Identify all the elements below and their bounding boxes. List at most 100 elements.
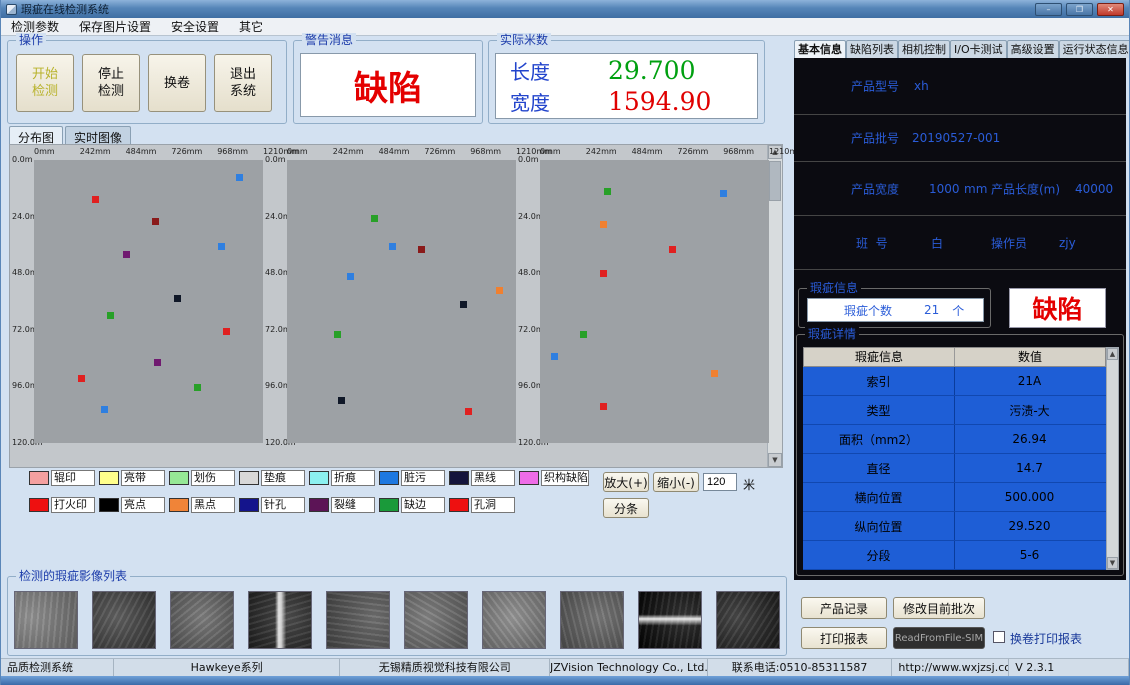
defect-marker[interactable] xyxy=(600,403,607,410)
close-button[interactable]: ✕ xyxy=(1097,3,1124,16)
tab-basic-info[interactable]: 基本信息 xyxy=(794,40,846,58)
defect-marker[interactable] xyxy=(194,384,201,391)
defect-map-canvas-1[interactable] xyxy=(34,160,263,443)
scrollbar-thumb[interactable] xyxy=(769,161,781,201)
print-on-roll-change-checkbox[interactable] xyxy=(993,631,1005,643)
defect-marker[interactable] xyxy=(600,221,607,228)
defect-marker[interactable] xyxy=(600,270,607,277)
defect-marker[interactable] xyxy=(174,295,181,302)
defect-marker[interactable] xyxy=(236,174,243,181)
defect-marker[interactable] xyxy=(92,196,99,203)
basic-info-panel: 产品型号 xh 产品批号 20190527-001 产品宽度 1000 mm 产… xyxy=(794,58,1126,580)
legend-label: 孔洞 xyxy=(471,497,515,513)
defect-thumbnail-7[interactable] xyxy=(482,591,546,649)
defect-marker[interactable] xyxy=(154,359,161,366)
start-detection-button[interactable]: 开始检测 xyxy=(16,54,74,112)
defect-thumbnail-8[interactable] xyxy=(560,591,624,649)
defect-thumbnail-9[interactable] xyxy=(638,591,702,649)
x-ruler-label: 0mm xyxy=(34,147,55,156)
defect-marker[interactable] xyxy=(580,331,587,338)
defect-detail-row[interactable]: 面积（mm2）26.94 xyxy=(803,425,1106,454)
defect-marker[interactable] xyxy=(604,188,611,195)
defect-marker[interactable] xyxy=(123,251,130,258)
read-from-file-button[interactable]: ReadFromFile-SIM xyxy=(893,627,985,649)
table-scroll-up-icon[interactable]: ▲ xyxy=(1107,348,1118,360)
legend-item: 垫痕 xyxy=(239,470,309,486)
defect-detail-row[interactable]: 索引21A xyxy=(803,367,1106,396)
tab-distribution-map[interactable]: 分布图 xyxy=(9,126,63,144)
defect-map-canvas-3[interactable] xyxy=(540,160,769,443)
defect-marker[interactable] xyxy=(720,190,727,197)
length-row: 长度 29.700 xyxy=(496,55,757,86)
width-row: 宽度 1594.90 xyxy=(496,86,757,117)
menu-item-2[interactable]: 保存图片设置 xyxy=(69,17,161,36)
defect-marker[interactable] xyxy=(465,408,472,415)
defect-map-canvas-2[interactable] xyxy=(287,160,516,443)
defect-marker[interactable] xyxy=(551,353,558,360)
defect-detail-row[interactable]: 直径14.7 xyxy=(803,454,1106,483)
defect-marker[interactable] xyxy=(107,312,114,319)
operation-group: 操作 开始检测停止检测换卷退出系统 xyxy=(7,40,287,124)
defect-thumbnail-1[interactable] xyxy=(14,591,78,649)
operation-group-label: 操作 xyxy=(16,33,46,47)
tab-io-card-test[interactable]: I/O卡测试 xyxy=(950,40,1007,58)
defect-marker[interactable] xyxy=(101,406,108,413)
defect-marker[interactable] xyxy=(347,273,354,280)
tab-defect-list[interactable]: 缺陷列表 xyxy=(846,40,898,58)
defect-marker[interactable] xyxy=(334,331,341,338)
scroll-down-icon[interactable]: ▼ xyxy=(768,453,782,467)
defect-thumbnail-5[interactable] xyxy=(326,591,390,649)
defect-marker[interactable] xyxy=(669,246,676,253)
minimize-button[interactable]: – xyxy=(1035,3,1062,16)
defect-marker[interactable] xyxy=(418,246,425,253)
exit-system-button[interactable]: 退出系统 xyxy=(214,54,272,112)
defect-detail-row[interactable]: 分段5-6 xyxy=(803,541,1106,570)
tab-run-status-info[interactable]: 运行状态信息 xyxy=(1059,40,1130,58)
print-report-button[interactable]: 打印报表 xyxy=(801,627,887,649)
defect-marker[interactable] xyxy=(338,397,345,404)
change-roll-button[interactable]: 换卷 xyxy=(148,54,206,112)
plot-vertical-scrollbar[interactable]: ▲ ▼ xyxy=(767,145,782,467)
defect-marker[interactable] xyxy=(371,215,378,222)
tab-advanced-settings[interactable]: 高级设置 xyxy=(1007,40,1059,58)
shift-label: 班 号 xyxy=(856,234,888,251)
x-ruler-label: 484mm xyxy=(632,147,663,156)
product-record-button[interactable]: 产品记录 xyxy=(801,597,887,619)
defect-thumbnail-10[interactable] xyxy=(716,591,780,649)
tab-realtime-image[interactable]: 实时图像 xyxy=(65,126,131,144)
zoom-value-input[interactable] xyxy=(703,473,737,491)
split-strips-button[interactable]: 分条 xyxy=(603,498,649,518)
table-vertical-scrollbar[interactable]: ▲ ▼ xyxy=(1106,347,1119,570)
table-scroll-down-icon[interactable]: ▼ xyxy=(1107,557,1118,569)
defect-thumbnail-4[interactable] xyxy=(248,591,312,649)
defect-field-name: 分段 xyxy=(803,541,955,569)
defect-marker[interactable] xyxy=(78,375,85,382)
tab-camera-control[interactable]: 相机控制 xyxy=(898,40,950,58)
menu-item-3[interactable]: 安全设置 xyxy=(161,17,229,36)
defect-thumbnail-2[interactable] xyxy=(92,591,156,649)
defect-marker[interactable] xyxy=(496,287,503,294)
menu-item-4[interactable]: 其它 xyxy=(229,17,273,36)
defect-detail-row[interactable]: 横向位置500.000 xyxy=(803,483,1106,512)
defect-thumbnail-6[interactable] xyxy=(404,591,468,649)
defect-marker[interactable] xyxy=(389,243,396,250)
defect-marker[interactable] xyxy=(152,218,159,225)
maximize-button[interactable]: ❐ xyxy=(1066,3,1093,16)
defect-marker[interactable] xyxy=(711,370,718,377)
zoom-in-button[interactable]: 放大(+) xyxy=(603,472,649,492)
column-header-value[interactable]: 数值 xyxy=(955,348,1105,366)
defect-field-value: 29.520 xyxy=(955,512,1104,540)
x-ruler-label: 242mm xyxy=(586,147,617,156)
column-header-field[interactable]: 瑕疵信息 xyxy=(804,348,955,366)
stop-detection-button[interactable]: 停止检测 xyxy=(82,54,140,112)
defect-marker[interactable] xyxy=(218,243,225,250)
zoom-out-button[interactable]: 缩小(-) xyxy=(653,472,699,492)
defect-marker[interactable] xyxy=(460,301,467,308)
defect-detail-row[interactable]: 纵向位置29.520 xyxy=(803,512,1106,541)
defect-marker[interactable] xyxy=(223,328,230,335)
defect-detail-group: 瑕疵详情 瑕疵信息 数值 索引21A类型污渍-大面积（mm2）26.94直径14… xyxy=(796,334,1124,576)
defect-detail-row[interactable]: 类型污渍-大 xyxy=(803,396,1106,425)
distribution-plot-panel: ▲ ▼ 0mm242mm484mm726mm968mm1210mm0.0m24.… xyxy=(9,144,783,468)
modify-batch-button[interactable]: 修改目前批次 xyxy=(893,597,985,619)
defect-thumbnail-3[interactable] xyxy=(170,591,234,649)
